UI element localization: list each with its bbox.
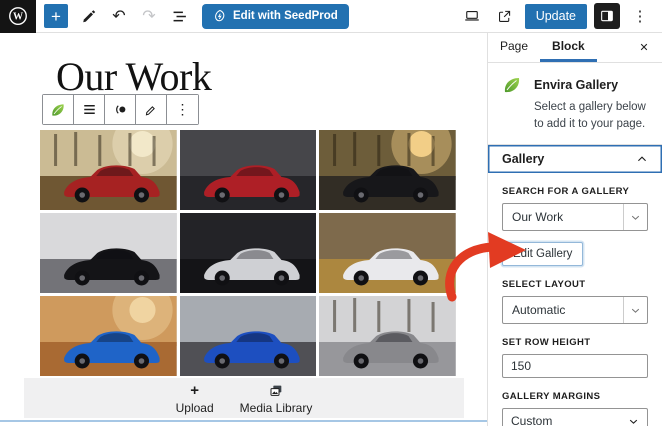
gallery-panel-header[interactable]: Gallery [488, 144, 662, 173]
dot-circle-icon [113, 102, 128, 117]
list-view-button[interactable] [166, 3, 192, 29]
gallery-image-blue-muscle-car-desert[interactable] [40, 296, 177, 376]
svg-text:W: W [13, 12, 23, 23]
close-icon: ✕ [639, 42, 648, 54]
justify-icon [82, 102, 97, 117]
upload-label: Upload [176, 401, 214, 415]
kebab-icon: ⋮ [633, 7, 648, 25]
gallery-search-combobox[interactable]: Our Work [502, 203, 648, 231]
block-card-description: Select a gallery below to add it to your… [534, 99, 648, 132]
gallery-image-black-muscle-car-sunset[interactable] [319, 130, 456, 210]
topbar-left-tools: + ↶ ↷ Edit wit [44, 3, 349, 29]
select-layout-label: SELECT LAYOUT [502, 279, 648, 290]
wordpress-editor: W + ↶ ↷ [0, 0, 662, 426]
chevron-down-icon [623, 297, 647, 323]
gallery-panel-title: Gallery [502, 152, 544, 166]
gallery-image-black-sedan-highway[interactable] [40, 213, 177, 293]
gallery-panel-body: SEARCH FOR A GALLERY Our Work Edit Galle… [488, 173, 662, 426]
list-view-icon [171, 8, 188, 25]
chevron-down-icon [623, 204, 647, 230]
settings-sidebar-toggle[interactable] [594, 3, 620, 29]
wordpress-logo-button[interactable]: W [0, 0, 36, 33]
wordpress-icon: W [7, 5, 29, 27]
gallery-grid [40, 130, 456, 376]
gallery-search-value: Our Work [503, 210, 623, 224]
redo-icon: ↷ [142, 6, 155, 26]
edit-with-seedprod-button[interactable]: Edit with SeedProd [202, 4, 349, 29]
add-block-button[interactable]: + [44, 4, 68, 28]
editor-main: Our Work [0, 33, 662, 426]
gallery-image-blue-coupe-storefront[interactable] [180, 296, 317, 376]
envira-block-type-button[interactable] [43, 95, 74, 124]
gallery-image-white-supercar-autumn[interactable] [319, 213, 456, 293]
plus-icon: + [190, 383, 199, 399]
undo-icon: ↶ [112, 6, 125, 26]
media-library-label: Media Library [240, 401, 313, 415]
block-toolbar: ⋮ [42, 94, 199, 125]
search-gallery-label: SEARCH FOR A GALLERY [502, 186, 648, 197]
edit-gallery-button[interactable]: Edit Gallery [502, 242, 583, 266]
row-height-label: SET ROW HEIGHT [502, 337, 648, 348]
sidebar-panel-icon [599, 8, 615, 24]
layout-value: Automatic [503, 303, 623, 317]
pencil-icon [144, 103, 158, 117]
gallery-image-red-supercar-dark[interactable] [180, 130, 317, 210]
laptop-icon [463, 7, 481, 25]
gallery-margins-value: Custom [511, 414, 552, 426]
media-library-button[interactable]: Media Library [240, 383, 313, 415]
envira-leaf-icon [502, 75, 522, 95]
settings-sidebar: Page Block ✕ Envira Gallery Select a gal… [487, 33, 662, 426]
block-selection-outline [0, 420, 487, 422]
kebab-icon: ⋮ [176, 101, 190, 118]
gallery-margins-select[interactable]: Custom [502, 408, 648, 426]
envira-leaf-icon [50, 102, 66, 118]
upload-button[interactable]: + Upload [176, 383, 214, 415]
row-height-input[interactable] [502, 354, 648, 378]
edit-mode-pencil-button[interactable] [76, 3, 102, 29]
chevron-up-icon [636, 153, 648, 165]
sidebar-tabs: Page Block ✕ [488, 33, 662, 63]
tab-block[interactable]: Block [540, 33, 597, 62]
update-button[interactable]: Update [525, 4, 587, 29]
page-title[interactable]: Our Work [56, 53, 211, 100]
chevron-down-icon [628, 416, 639, 426]
align-button[interactable] [74, 95, 105, 124]
gallery-margins-label: GALLERY MARGINS [502, 391, 648, 402]
external-link-icon [496, 8, 513, 25]
pencil-icon [81, 8, 97, 24]
media-library-icon [268, 383, 284, 399]
seedprod-button-label: Edit with SeedProd [233, 10, 338, 22]
gallery-image-red-coupe-autumn-forest[interactable] [40, 130, 177, 210]
plus-icon: + [51, 8, 61, 25]
display-toggle-button[interactable] [105, 95, 136, 124]
seedprod-icon [213, 9, 227, 23]
block-card-title: Envira Gallery [534, 78, 648, 92]
tab-page[interactable]: Page [488, 33, 540, 62]
editor-topbar: W + ↶ ↷ [0, 0, 662, 33]
block-info-card: Envira Gallery Select a gallery below to… [488, 63, 662, 144]
view-page-button[interactable] [492, 3, 518, 29]
block-options-button[interactable]: ⋮ [167, 95, 198, 124]
gallery-image-white-car-dark-garage[interactable] [180, 213, 317, 293]
gallery-image-gray-sports-car-overcast[interactable] [319, 296, 456, 376]
gallery-upload-area: + Upload Media Library [24, 378, 464, 418]
topbar-right-tools: Update ⋮ [459, 3, 662, 29]
close-sidebar-button[interactable]: ✕ [632, 33, 656, 62]
preview-device-button[interactable] [459, 3, 485, 29]
layout-combobox[interactable]: Automatic [502, 296, 648, 324]
editor-canvas: Our Work [0, 33, 487, 426]
undo-button[interactable]: ↶ [106, 3, 132, 29]
redo-button[interactable]: ↷ [136, 3, 162, 29]
edit-block-pencil-button[interactable] [136, 95, 167, 124]
options-menu-button[interactable]: ⋮ [627, 3, 653, 29]
